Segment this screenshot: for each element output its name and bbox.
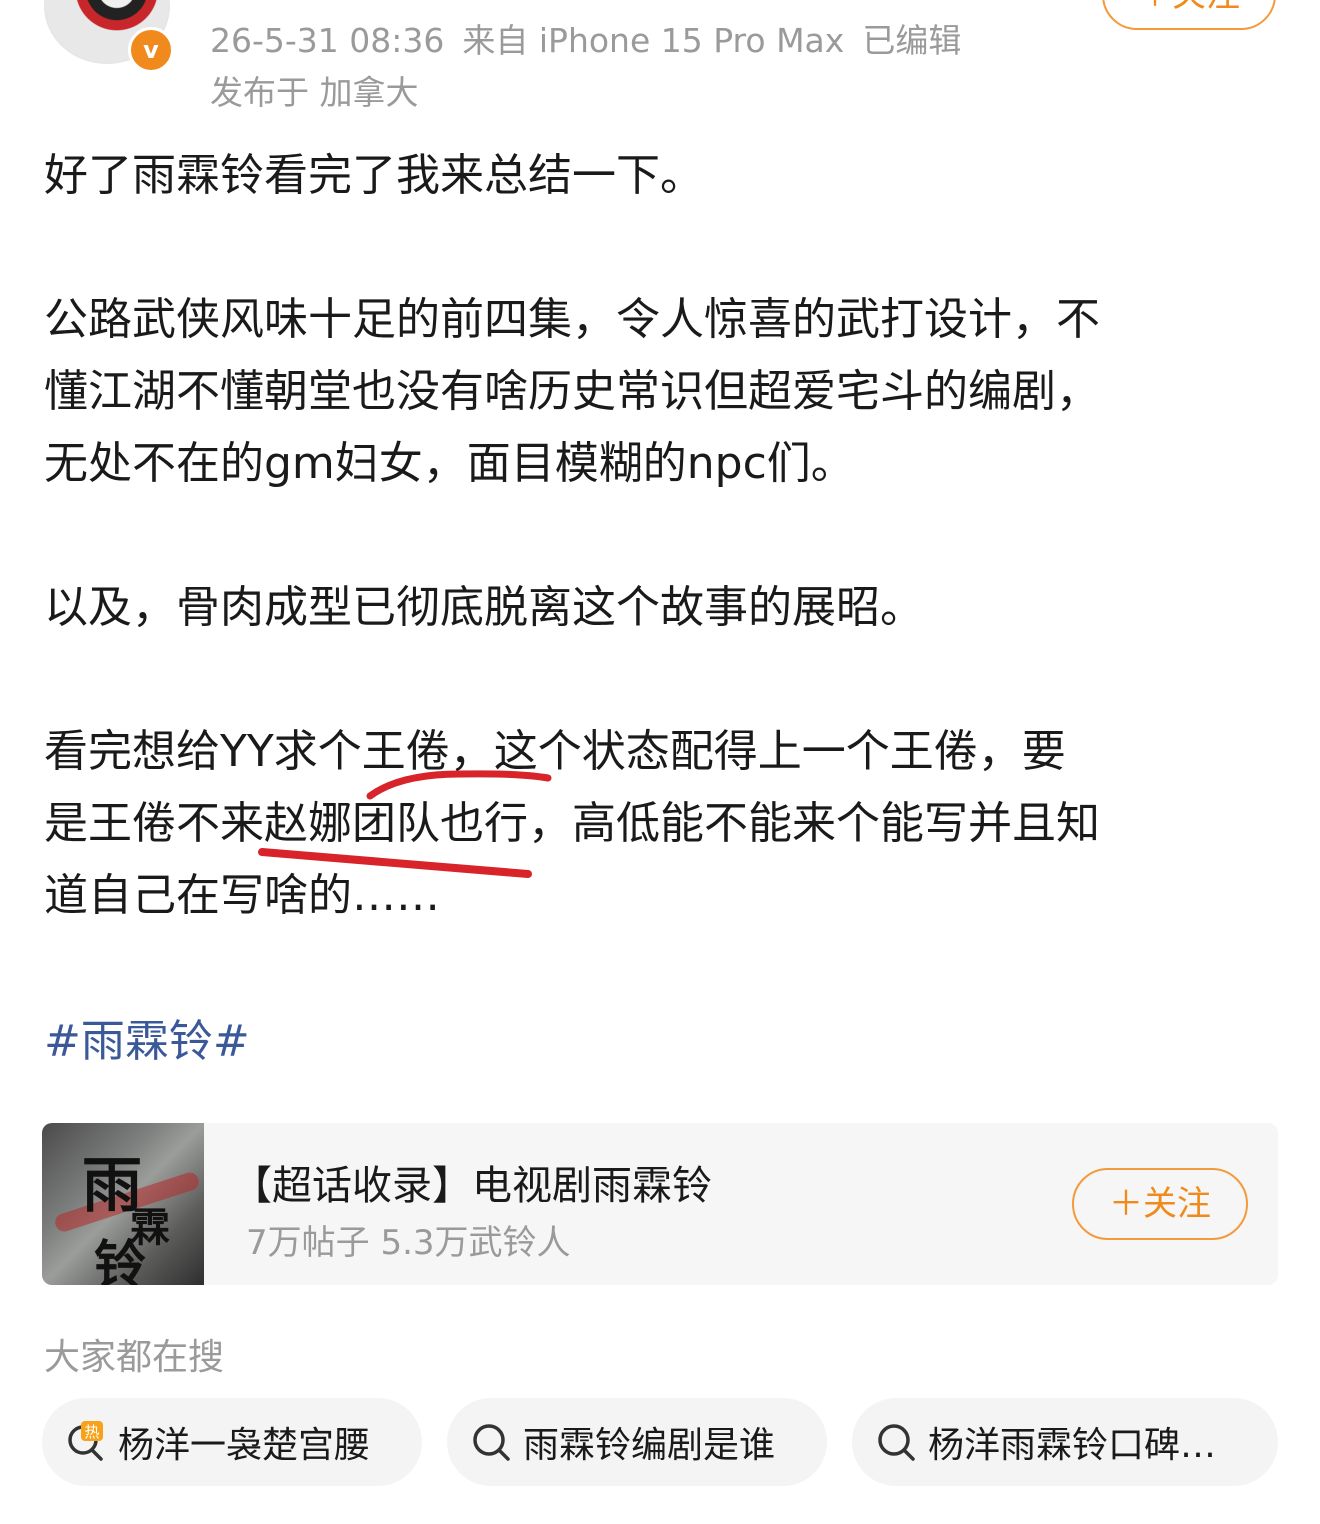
hashtag-link[interactable]: #雨霖铃# [44, 1006, 250, 1078]
post-meta: 26-5-31 08:36 来自 iPhone 15 Pro Max 已编辑 [210, 14, 979, 62]
post-source: 来自 iPhone 15 Pro Max [462, 21, 845, 60]
search-icon [473, 1424, 510, 1461]
post-content: 好了雨霖铃看完了我来总结一下。 公路武侠风味十足的前四集，令人惊喜的武打设计，不… [44, 140, 1284, 932]
topic-follow-button[interactable]: ＋关注 [1072, 1168, 1248, 1240]
post-line: 道自己在写啥的…… [44, 870, 440, 921]
post-paragraph: 看完想给YY求个王倦，这个状态配得上一个王倦，要 是王倦不来赵娜团队也行，高低能… [44, 716, 1284, 932]
trending-search-label: 大家都在搜 [44, 1337, 225, 1378]
verified-badge-icon: v [128, 27, 174, 73]
topic-thumbnail: 雨 霖 铃 [42, 1123, 204, 1285]
post-line: 懂江湖不懂朝堂也没有啥历史常识但超爱宅斗的编剧， [44, 366, 1100, 417]
search-icon [878, 1424, 915, 1461]
search-chip-label: 杨洋一袅楚宫腰 [118, 1425, 371, 1466]
post-line: 看完想给YY求个王倦，这个状态配得上一个王倦，要 [44, 726, 1066, 777]
search-chip[interactable]: 雨霖铃编剧是谁 [447, 1398, 827, 1486]
post-line: 无处不在的gm妇女，面目模糊的npc们。 [44, 438, 855, 489]
search-chip[interactable]: 杨洋雨霖铃口碑… [852, 1398, 1278, 1486]
post-location: 发布于 加拿大 [210, 73, 419, 112]
post-paragraph: 公路武侠风味十足的前四集，令人惊喜的武打设计，不 懂江湖不懂朝堂也没有啥历史常识… [44, 284, 1284, 500]
post-line: 好了雨霖铃看完了我来总结一下。 [44, 150, 704, 201]
follow-button[interactable]: ＋关注 [1102, 0, 1276, 30]
post-line: 以及，骨肉成型已彻底脱离这个故事的展昭。 [44, 582, 924, 633]
search-chip-label: 杨洋雨霖铃口碑… [928, 1425, 1217, 1466]
topic-card[interactable]: 雨 霖 铃 【超话收录】电视剧雨霖铃 7万帖子 5.3万武铃人 ＋关注 [42, 1123, 1278, 1285]
topic-stats: 7万帖子 5.3万武铃人 [246, 1223, 571, 1263]
edited-label: 已编辑 [862, 21, 962, 60]
search-chip[interactable]: 热 杨洋一袅楚宫腰 [42, 1398, 422, 1486]
topic-title: 【超话收录】电视剧雨霖铃 [232, 1163, 712, 1209]
thumb-char: 铃 [94, 1235, 147, 1285]
post-line: 是王倦不来赵娜团队也行，高低能不能来个能写并且知 [44, 798, 1100, 849]
post-line: 公路武侠风味十足的前四集，令人惊喜的武打设计，不 [44, 294, 1100, 345]
hot-search-icon: 热 [68, 1421, 103, 1461]
svg-text:热: 热 [84, 1423, 99, 1441]
post-timestamp: 26-5-31 08:36 [210, 21, 445, 60]
search-chip-label: 雨霖铃编剧是谁 [523, 1425, 776, 1466]
